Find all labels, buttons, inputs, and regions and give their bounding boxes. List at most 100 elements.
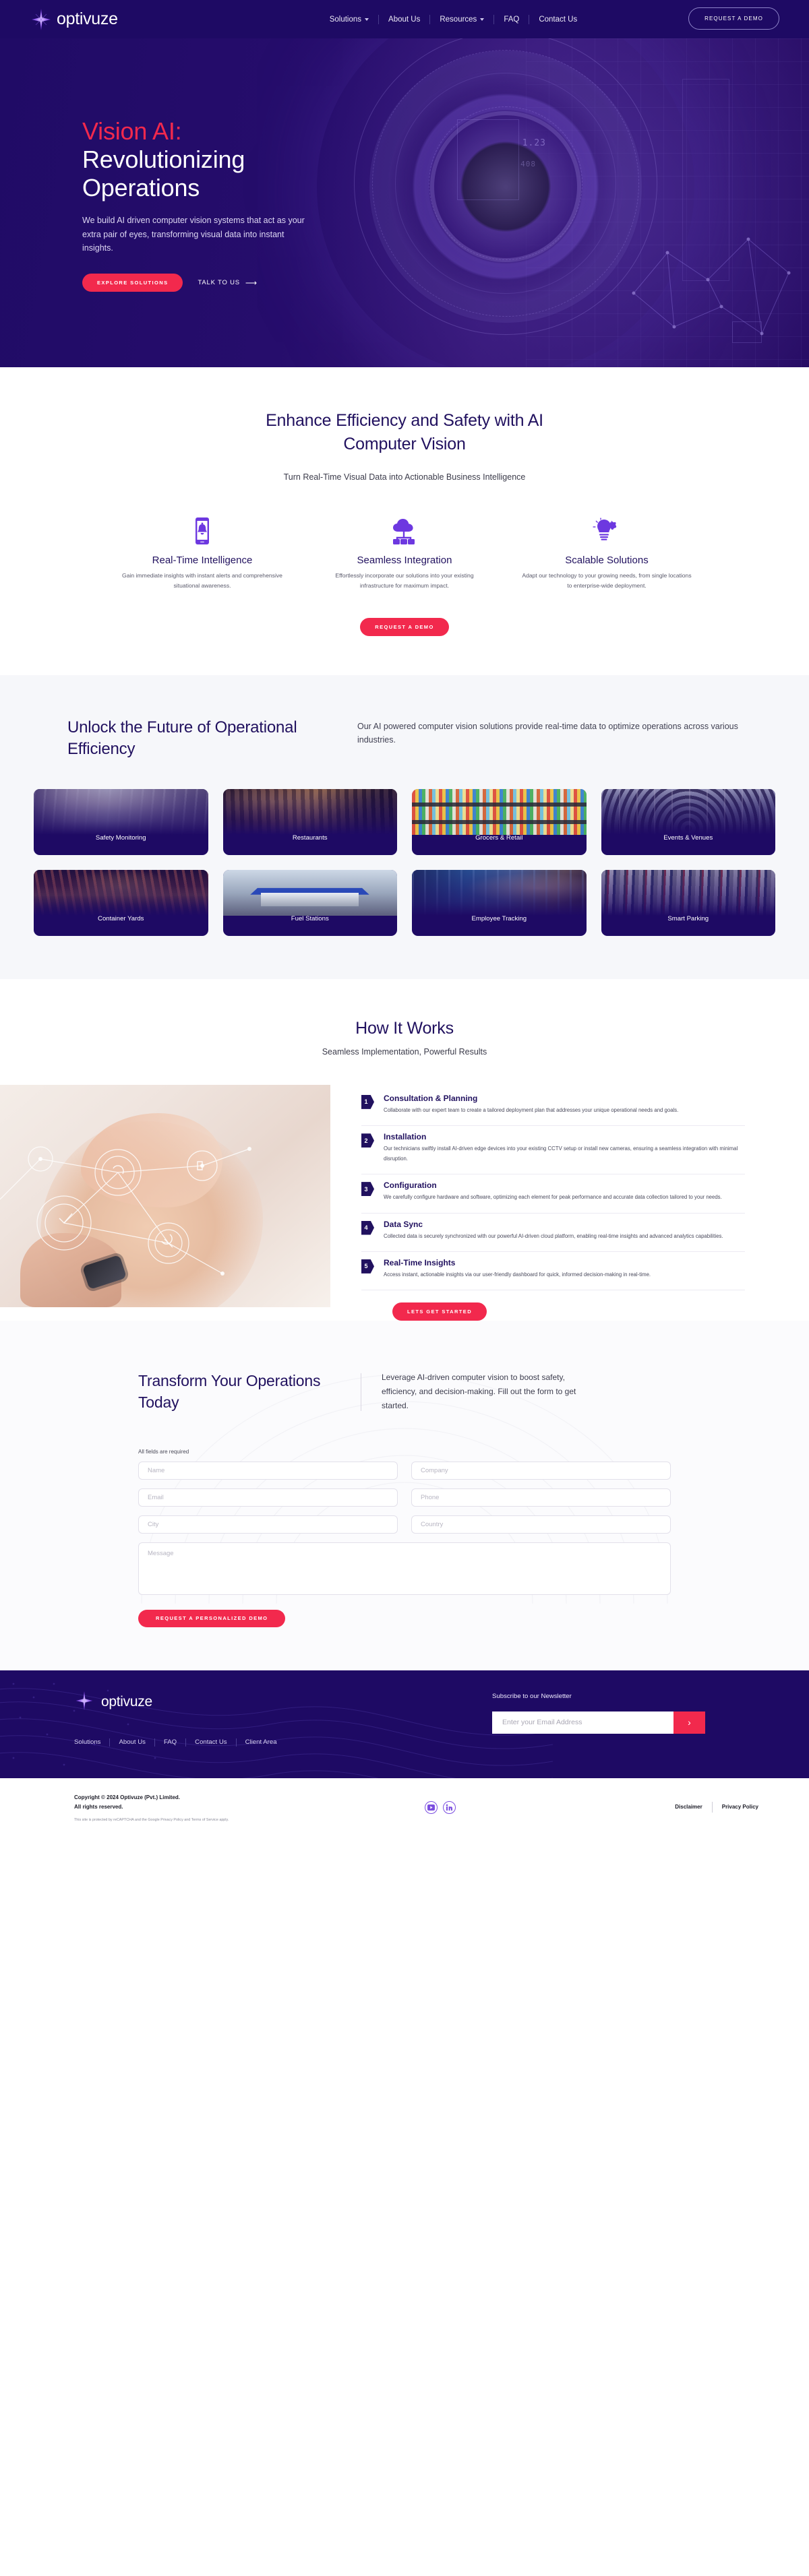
efficiency-request-demo-button[interactable]: REQUEST A DEMO bbox=[360, 617, 449, 636]
industry-card-fuel-stations[interactable]: Fuel Stations bbox=[222, 869, 397, 936]
name-input[interactable] bbox=[138, 1461, 398, 1480]
how-it-works-subheading: Seamless Implementation, Powerful Result… bbox=[322, 1046, 487, 1057]
footer-link-faq[interactable]: FAQ bbox=[155, 1738, 187, 1747]
industry-card-events-venues[interactable]: Events & Venues bbox=[601, 788, 775, 855]
nav-item-about-us[interactable]: About Us bbox=[379, 14, 431, 24]
feature-desc: Gain immediate insights with instant ale… bbox=[122, 572, 282, 589]
email-input[interactable] bbox=[138, 1488, 398, 1507]
lightbulb-puzzle-icon bbox=[520, 514, 693, 545]
step-number: 3 bbox=[361, 1182, 374, 1197]
industries-header: Unlock the Future of Operational Efficie… bbox=[0, 717, 809, 761]
footer-link-solutions[interactable]: Solutions bbox=[74, 1738, 111, 1747]
efficiency-heading: Enhance Efficiency and Safety with AI Co… bbox=[266, 411, 543, 453]
card-label: Events & Venues bbox=[663, 834, 713, 842]
footer-logo-text: optivuze bbox=[101, 1693, 152, 1709]
social-links bbox=[425, 1793, 456, 1814]
step-desc: We carefully configure hardware and soft… bbox=[384, 1194, 722, 1201]
youtube-icon[interactable] bbox=[425, 1800, 438, 1814]
footer-link-about-us[interactable]: About Us bbox=[110, 1738, 155, 1747]
efficiency-subheading: Turn Real-Time Visual Data into Actionab… bbox=[283, 472, 526, 482]
newsletter-block: Subscribe to our Newsletter › bbox=[492, 1691, 705, 1747]
nav-item-faq[interactable]: FAQ bbox=[494, 14, 530, 24]
industry-card-grocers-retail[interactable]: Grocers & Retail bbox=[412, 788, 587, 855]
mobile-alert-icon bbox=[116, 514, 289, 545]
industry-card-container-yards[interactable]: Container Yards bbox=[34, 869, 208, 936]
industry-card-safety-monitoring[interactable]: Safety Monitoring bbox=[34, 788, 208, 855]
talk-to-us-link[interactable]: TALK TO US ⟶ bbox=[198, 279, 257, 287]
hero-title-line2: Revolutionizing bbox=[82, 145, 245, 173]
step-title: Configuration bbox=[384, 1181, 437, 1191]
footer-link-contact-us[interactable]: Contact Us bbox=[186, 1738, 237, 1747]
feature-card-seamless-integration: Seamless Integration Effortlessly incorp… bbox=[303, 514, 506, 591]
card-image bbox=[601, 869, 775, 916]
step-title: Consultation & Planning bbox=[384, 1093, 478, 1103]
feature-title: Seamless Integration bbox=[357, 555, 452, 566]
logo-text: optivuze bbox=[57, 9, 118, 28]
industry-card-restaurants[interactable]: Restaurants bbox=[222, 788, 397, 855]
industry-card-smart-parking[interactable]: Smart Parking bbox=[601, 869, 775, 936]
lets-get-started-button[interactable]: LETS GET STARTED bbox=[392, 1302, 487, 1321]
how-it-works-heading: How It Works bbox=[355, 1018, 454, 1038]
legal-links: Disclaimer Privacy Policy bbox=[675, 1793, 758, 1813]
contact-heading: Transform Your Operations Today bbox=[138, 1372, 321, 1412]
step-number: 4 bbox=[361, 1220, 374, 1235]
arrow-right-icon: ⟶ bbox=[245, 278, 258, 288]
step-number-badge: 3 bbox=[360, 1181, 376, 1198]
nav-item-contact-us[interactable]: Contact Us bbox=[529, 15, 587, 24]
how-it-works-steps: 1 Consultation & Planning Collaborate wi… bbox=[330, 1085, 809, 1321]
newsletter-email-input[interactable] bbox=[492, 1711, 673, 1734]
card-label: Grocers & Retail bbox=[475, 834, 523, 842]
footer-link-client-area[interactable]: Client Area bbox=[237, 1738, 286, 1747]
card-label: Container Yards bbox=[98, 914, 144, 922]
card-label: Restaurants bbox=[292, 834, 328, 842]
city-input[interactable] bbox=[138, 1515, 398, 1534]
tech-circles-overlay bbox=[0, 1146, 251, 1276]
step-item: 3 Configuration We carefully configure h… bbox=[360, 1174, 745, 1214]
nav-item-solutions[interactable]: Solutions bbox=[320, 14, 380, 24]
request-personalized-demo-button[interactable]: REQUEST A PERSONALIZED DEMO bbox=[138, 1609, 286, 1627]
company-input[interactable] bbox=[411, 1461, 671, 1480]
legal-divider bbox=[711, 1801, 713, 1813]
industry-card-employee-tracking[interactable]: Employee Tracking bbox=[412, 869, 587, 936]
required-fields-note: All fields are required bbox=[138, 1448, 189, 1455]
privacy-policy-link[interactable]: Privacy Policy bbox=[722, 1804, 758, 1810]
message-textarea[interactable] bbox=[138, 1542, 671, 1595]
copyright-line-1: Copyright © 2024 Optivuze (Pvt.) Limited… bbox=[74, 1794, 181, 1800]
hero-subtitle: We build AI driven computer vision syste… bbox=[82, 216, 305, 253]
step-number: 2 bbox=[361, 1133, 374, 1148]
step-number-badge: 5 bbox=[360, 1257, 376, 1275]
disclaimer-link[interactable]: Disclaimer bbox=[675, 1804, 702, 1810]
feature-desc: Adapt our technology to your growing nee… bbox=[522, 572, 692, 589]
contact-description: Leverage AI-driven computer vision to bo… bbox=[382, 1373, 576, 1410]
step-desc: Our technicians swiftly install AI-drive… bbox=[384, 1145, 738, 1162]
site-footer: optivuze Solutions About Us FAQ Contact … bbox=[0, 1670, 809, 1778]
contact-section: Transform Your Operations Today Leverage… bbox=[0, 1321, 809, 1670]
step-number-badge: 4 bbox=[360, 1219, 376, 1236]
card-label: Employee Tracking bbox=[471, 914, 527, 922]
explore-solutions-button[interactable]: EXPLORE SOLUTIONS bbox=[82, 274, 183, 292]
step-number-badge: 1 bbox=[360, 1093, 376, 1110]
phone-input[interactable] bbox=[411, 1488, 671, 1507]
main-nav: Solutions About Us Resources FAQ Contact… bbox=[320, 14, 587, 24]
star-logo-icon bbox=[30, 8, 53, 31]
header-request-demo-button[interactable]: REQUEST A DEMO bbox=[688, 7, 779, 30]
nav-item-resources[interactable]: Resources bbox=[430, 14, 495, 24]
newsletter-label: Subscribe to our Newsletter bbox=[492, 1692, 572, 1700]
step-title: Real-Time Insights bbox=[384, 1257, 456, 1267]
site-header: optivuze Solutions About Us Resources FA… bbox=[0, 0, 809, 38]
chevron-right-icon: › bbox=[688, 1717, 691, 1728]
nav-label: About Us bbox=[388, 15, 421, 24]
copyright-line-2: All rights reserved. bbox=[74, 1803, 123, 1810]
nav-label: FAQ bbox=[504, 15, 520, 24]
industries-section: Unlock the Future of Operational Efficie… bbox=[0, 674, 809, 979]
card-image bbox=[222, 869, 397, 916]
nav-label: Contact Us bbox=[539, 15, 578, 24]
country-input[interactable] bbox=[411, 1515, 671, 1534]
newsletter-submit-button[interactable]: › bbox=[673, 1711, 705, 1734]
hero-title-line3: Operations bbox=[82, 173, 200, 201]
linkedin-icon[interactable] bbox=[443, 1800, 456, 1814]
logo[interactable]: optivuze bbox=[30, 8, 118, 31]
feature-desc: Effortlessly incorporate our solutions i… bbox=[335, 572, 474, 589]
footer-logo[interactable]: optivuze bbox=[74, 1691, 492, 1714]
efficiency-cta-row: REQUEST A DEMO bbox=[0, 617, 809, 636]
